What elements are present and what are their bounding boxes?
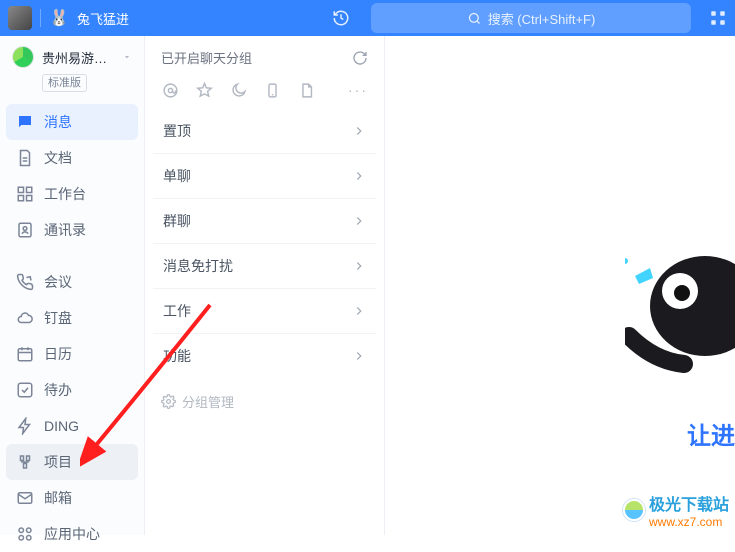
history-icon[interactable]: [327, 4, 355, 32]
caret-down-icon: [122, 52, 132, 62]
content-pane: 让进 极光下载站 www.xz7.com: [385, 36, 735, 535]
group-single[interactable]: 单聊: [153, 153, 376, 198]
nav-projects[interactable]: 项目: [6, 444, 138, 480]
mascot-icon: 🐰: [49, 8, 69, 28]
apps-grid-icon[interactable]: [709, 9, 727, 27]
org-switcher[interactable]: 贵州易游…: [0, 36, 144, 72]
nav-docs[interactable]: 文档: [6, 140, 138, 176]
doc-icon: [16, 149, 34, 167]
refresh-icon[interactable]: [352, 50, 368, 66]
nav-calendar[interactable]: 日历: [6, 336, 138, 372]
apps-icon: [16, 525, 34, 543]
hero-illustration: [625, 236, 735, 376]
filter-row: ···: [145, 75, 384, 109]
cloud-icon: [16, 309, 34, 327]
hero-tagline: 让进: [687, 416, 735, 451]
nav-drive[interactable]: 钉盘: [6, 300, 138, 336]
titlebar: 🐰 兔飞猛进 搜索 (Ctrl+Shift+F): [0, 0, 735, 36]
left-sidebar: 贵州易游… 标准版 消息 文档 工作台 通讯录 会议 钉盘: [0, 36, 145, 535]
mail-icon: [16, 489, 34, 507]
grid-icon: [16, 185, 34, 203]
more-filter-icon[interactable]: ···: [348, 82, 368, 98]
chevron-right-icon: [352, 124, 366, 138]
chevron-right-icon: [352, 259, 366, 273]
nav-todo[interactable]: 待办: [6, 372, 138, 408]
org-name: 贵州易游…: [42, 48, 114, 67]
nav-mail[interactable]: 邮箱: [6, 480, 138, 516]
nav-list: 消息 文档 工作台 通讯录 会议 钉盘 日历 待办: [0, 98, 144, 552]
moon-icon[interactable]: [229, 81, 247, 99]
check-icon: [16, 381, 34, 399]
conversation-panel: 已开启聊天分组 ··· 置顶 单聊 群聊 消息免打扰 工作: [145, 36, 385, 535]
gear-icon: [161, 394, 176, 409]
group-list: 置顶 单聊 群聊 消息免打扰 工作 功能: [145, 109, 384, 378]
chat-icon: [16, 113, 34, 131]
star-icon[interactable]: [195, 81, 213, 99]
user-avatar[interactable]: [8, 6, 32, 30]
nav-messages[interactable]: 消息: [6, 104, 138, 140]
file-icon[interactable]: [297, 81, 315, 99]
watermark: 极光下载站 www.xz7.com: [623, 491, 729, 529]
at-icon[interactable]: [161, 81, 179, 99]
chevron-right-icon: [352, 349, 366, 363]
nav-contacts[interactable]: 通讯录: [6, 212, 138, 248]
contacts-icon: [16, 221, 34, 239]
chevron-right-icon: [352, 304, 366, 318]
org-logo: [12, 46, 34, 68]
project-icon: [16, 453, 34, 471]
window-title: 兔飞猛进: [77, 9, 129, 28]
search-icon: [467, 11, 482, 26]
group-function[interactable]: 功能: [153, 333, 376, 378]
org-plan-badge: 标准版: [42, 74, 87, 92]
nav-appcenter[interactable]: 应用中心: [6, 516, 138, 552]
group-work[interactable]: 工作: [153, 288, 376, 333]
chat-group-head: 已开启聊天分组: [161, 48, 252, 67]
nav-ding[interactable]: DING: [6, 408, 138, 444]
nav-workbench[interactable]: 工作台: [6, 176, 138, 212]
global-search[interactable]: 搜索 (Ctrl+Shift+F): [371, 3, 691, 33]
watermark-logo-icon: [623, 499, 645, 521]
chevron-right-icon: [352, 214, 366, 228]
bolt-icon: [16, 417, 34, 435]
group-multi[interactable]: 群聊: [153, 198, 376, 243]
chevron-right-icon: [352, 169, 366, 183]
group-dnd[interactable]: 消息免打扰: [153, 243, 376, 288]
calendar-icon: [16, 345, 34, 363]
mobile-icon[interactable]: [263, 81, 281, 99]
search-placeholder: 搜索 (Ctrl+Shift+F): [488, 9, 596, 28]
nav-meeting[interactable]: 会议: [6, 264, 138, 300]
group-manage[interactable]: 分组管理: [145, 378, 384, 425]
phone-icon: [16, 273, 34, 291]
titlebar-divider: [40, 9, 41, 27]
group-pinned[interactable]: 置顶: [153, 109, 376, 153]
